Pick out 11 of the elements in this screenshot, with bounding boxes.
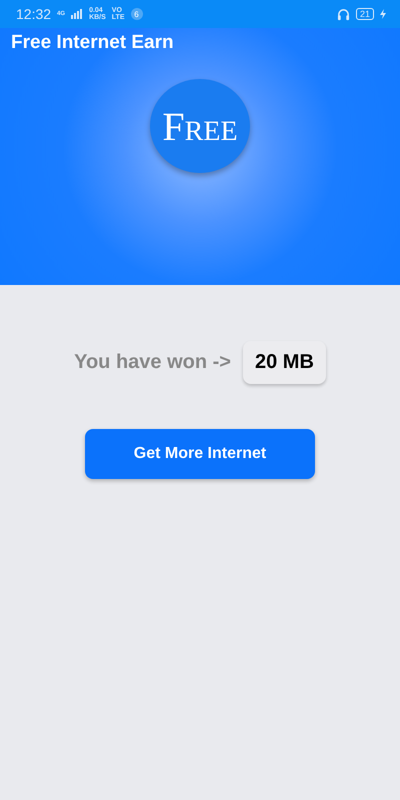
reward-label: You have won -> <box>74 351 231 374</box>
charging-icon <box>380 9 386 19</box>
reward-amount: 20 MB <box>242 341 326 384</box>
app-title: Free Internet Earn <box>10 31 175 54</box>
signal-icon <box>71 9 84 19</box>
free-logo: Free <box>150 79 250 173</box>
get-more-button[interactable]: Get More Internet <box>85 429 315 479</box>
clock: 12:32 <box>16 6 52 22</box>
notification-count: 6 <box>130 8 142 20</box>
battery-level: 21 <box>356 8 374 20</box>
headphones-icon <box>336 8 350 20</box>
